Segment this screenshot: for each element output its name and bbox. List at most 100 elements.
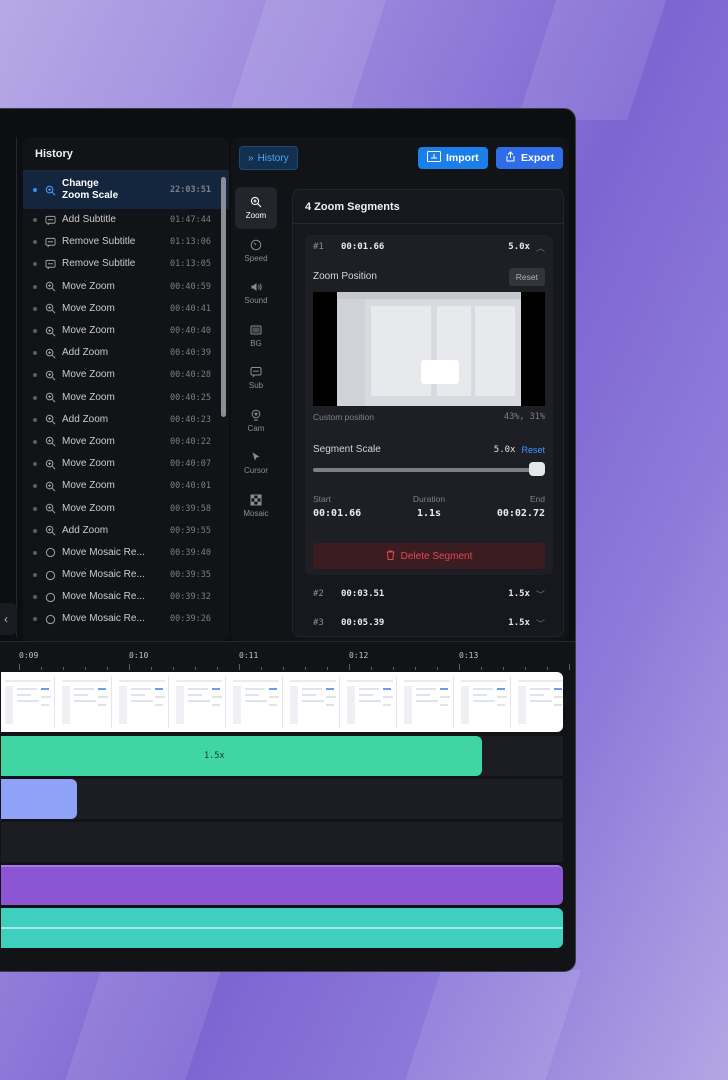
- history-item-time: 00:40:59: [170, 281, 211, 292]
- video-thumbnail: [343, 676, 397, 728]
- history-item[interactable]: Add Zoom 00:40:39: [23, 342, 229, 364]
- ruler-tick: [239, 664, 240, 670]
- history-scrollbar[interactable]: [221, 177, 226, 417]
- delete-segment-button[interactable]: Delete Segment: [313, 543, 545, 569]
- segment-header[interactable]: #1 00:01.66 5.0x ︿: [305, 235, 553, 259]
- history-item-time: 00:40:25: [170, 392, 211, 403]
- history-item-time: 22:03:51: [170, 185, 211, 195]
- ruler-tick: [349, 664, 350, 670]
- speed-track: [1, 779, 563, 819]
- history-item-label: Move Zoom: [62, 458, 115, 470]
- scale-reset-link[interactable]: Reset: [521, 445, 545, 455]
- segment-number: #3: [313, 618, 324, 628]
- segment-number: #2: [313, 589, 324, 599]
- subtitle-track-bar[interactable]: [1, 908, 563, 948]
- tool-zoom[interactable]: Zoom: [235, 187, 277, 229]
- export-button[interactable]: Export: [496, 147, 564, 169]
- ruler-tick: [569, 664, 570, 670]
- import-button[interactable]: Import: [418, 147, 488, 169]
- zoom-target-box[interactable]: [421, 360, 459, 384]
- history-item[interactable]: Remove Subtitle 01:13:05: [23, 253, 229, 275]
- scale-slider-handle[interactable]: [529, 462, 545, 476]
- timeline: 0:09 0:10 0:11 0:12 0:13 1.5x: [0, 641, 575, 971]
- history-dot: [33, 240, 37, 245]
- segment-time: 00:01.66: [341, 242, 385, 252]
- history-item[interactable]: Remove Subtitle 01:13:06: [23, 231, 229, 253]
- scale-slider-track[interactable]: [313, 468, 545, 472]
- zoom-icon: [44, 436, 56, 448]
- subtitle-icon: [44, 258, 56, 270]
- zoom-icon: [44, 303, 56, 315]
- history-item[interactable]: Change Zoom Scale 22:03:51: [23, 171, 229, 209]
- circle-icon: [44, 547, 56, 559]
- segment-row-3[interactable]: #3 00:05.39 1.5x ﹀: [305, 608, 553, 636]
- collapse-icon[interactable]: ‹: [0, 603, 17, 635]
- history-item-label: Move Mosaic Re...: [62, 591, 145, 603]
- tool-speed[interactable]: Speed: [235, 230, 277, 272]
- history-item[interactable]: Add Zoom 00:40:23: [23, 409, 229, 431]
- zoom-segments-panel: 4 Zoom Segments #1 00:01.66 5.0x ︿ Zoom …: [292, 189, 564, 637]
- history-item[interactable]: Move Mosaic Re... 00:39:32: [23, 586, 229, 608]
- segment-scale: 1.5x: [508, 618, 530, 628]
- history-dot: [33, 262, 37, 267]
- history-toggle-button[interactable]: » History: [239, 146, 298, 170]
- zoom-bar-label: 1.5x: [204, 751, 225, 761]
- history-item[interactable]: Move Mosaic Re... 00:39:26: [23, 608, 229, 630]
- history-item[interactable]: Move Zoom 00:40:01: [23, 475, 229, 497]
- history-item[interactable]: Move Zoom 00:40:40: [23, 320, 229, 342]
- ruler-tick: [63, 667, 64, 670]
- video-thumbnail: [58, 676, 112, 728]
- audio-track-bar[interactable]: [1, 865, 563, 905]
- zoom-icon: [44, 503, 56, 515]
- tool-bg[interactable]: BG: [235, 315, 277, 357]
- history-item[interactable]: Move Zoom 00:40:28: [23, 364, 229, 386]
- tool-sub[interactable]: Sub: [235, 357, 277, 399]
- ruler-tick: [459, 664, 460, 670]
- history-item[interactable]: Move Zoom 00:39:58: [23, 497, 229, 519]
- history-item[interactable]: Move Mosaic Re... 00:39:40: [23, 542, 229, 564]
- history-item[interactable]: Move Zoom 00:40:22: [23, 431, 229, 453]
- video-thumbnail-track[interactable]: [1, 672, 563, 732]
- history-item[interactable]: Move Zoom 00:40:07: [23, 453, 229, 475]
- ruler-tick: [327, 667, 328, 670]
- scale-value: 5.0x: [493, 445, 516, 455]
- history-item-time: 01:13:05: [170, 259, 211, 270]
- history-item[interactable]: Move Zoom 00:40:41: [23, 298, 229, 320]
- timeline-ruler[interactable]: 0:09 0:10 0:11 0:12 0:13: [0, 642, 575, 670]
- history-item-time: 00:39:55: [170, 525, 211, 536]
- history-item-time: 00:40:22: [170, 436, 211, 447]
- video-thumbnail: [457, 676, 511, 728]
- tool-cursor[interactable]: Cursor: [235, 442, 277, 484]
- segment-row-2[interactable]: #2 00:03.51 1.5x ﹀: [305, 579, 553, 609]
- zoom-icon: [44, 281, 56, 293]
- history-dot: [33, 329, 37, 334]
- history-toggle-label: History: [257, 152, 289, 164]
- zoom-position-label: Zoom Position: [313, 271, 377, 282]
- ruler-tick: [305, 667, 306, 670]
- ruler-tick-label: 0:11: [239, 651, 259, 660]
- tool-cam[interactable]: Cam: [235, 400, 277, 442]
- history-item[interactable]: Add Zoom 00:39:55: [23, 520, 229, 542]
- ruler-tick-label: 0:13: [459, 651, 479, 660]
- history-list[interactable]: Change Zoom Scale 22:03:51 Add Subtitle 01:4…: [23, 171, 229, 631]
- ruler-tick: [129, 664, 130, 670]
- video-thumbnail: [115, 676, 169, 728]
- tool-sound[interactable]: Sound: [235, 272, 277, 314]
- history-item[interactable]: Move Zoom 00:40:25: [23, 387, 229, 409]
- background-icon: [250, 324, 262, 336]
- tool-mosaic[interactable]: Mosaic: [235, 485, 277, 527]
- history-dot: [33, 395, 37, 400]
- import-icon: [427, 151, 441, 165]
- end-value: 00:02.72: [496, 508, 545, 519]
- zoom-segment-bar[interactable]: 1.5x: [1, 736, 482, 776]
- subtitle-icon: [44, 236, 56, 248]
- zoom-position-preview[interactable]: [313, 292, 545, 406]
- history-item[interactable]: Add Subtitle 01:47:44: [23, 209, 229, 231]
- history-item[interactable]: Move Zoom 00:40:59: [23, 276, 229, 298]
- speed-segment-bar[interactable]: [1, 779, 77, 819]
- tool-rail: Zoom Speed Sound BG Sub Cam Cursor Mosaic: [235, 187, 279, 527]
- circle-icon: [44, 591, 56, 603]
- history-item[interactable]: Move Mosaic Re... 00:39:35: [23, 564, 229, 586]
- history-item-label: Add Subtitle: [62, 214, 116, 226]
- position-reset-button[interactable]: Reset: [508, 268, 545, 286]
